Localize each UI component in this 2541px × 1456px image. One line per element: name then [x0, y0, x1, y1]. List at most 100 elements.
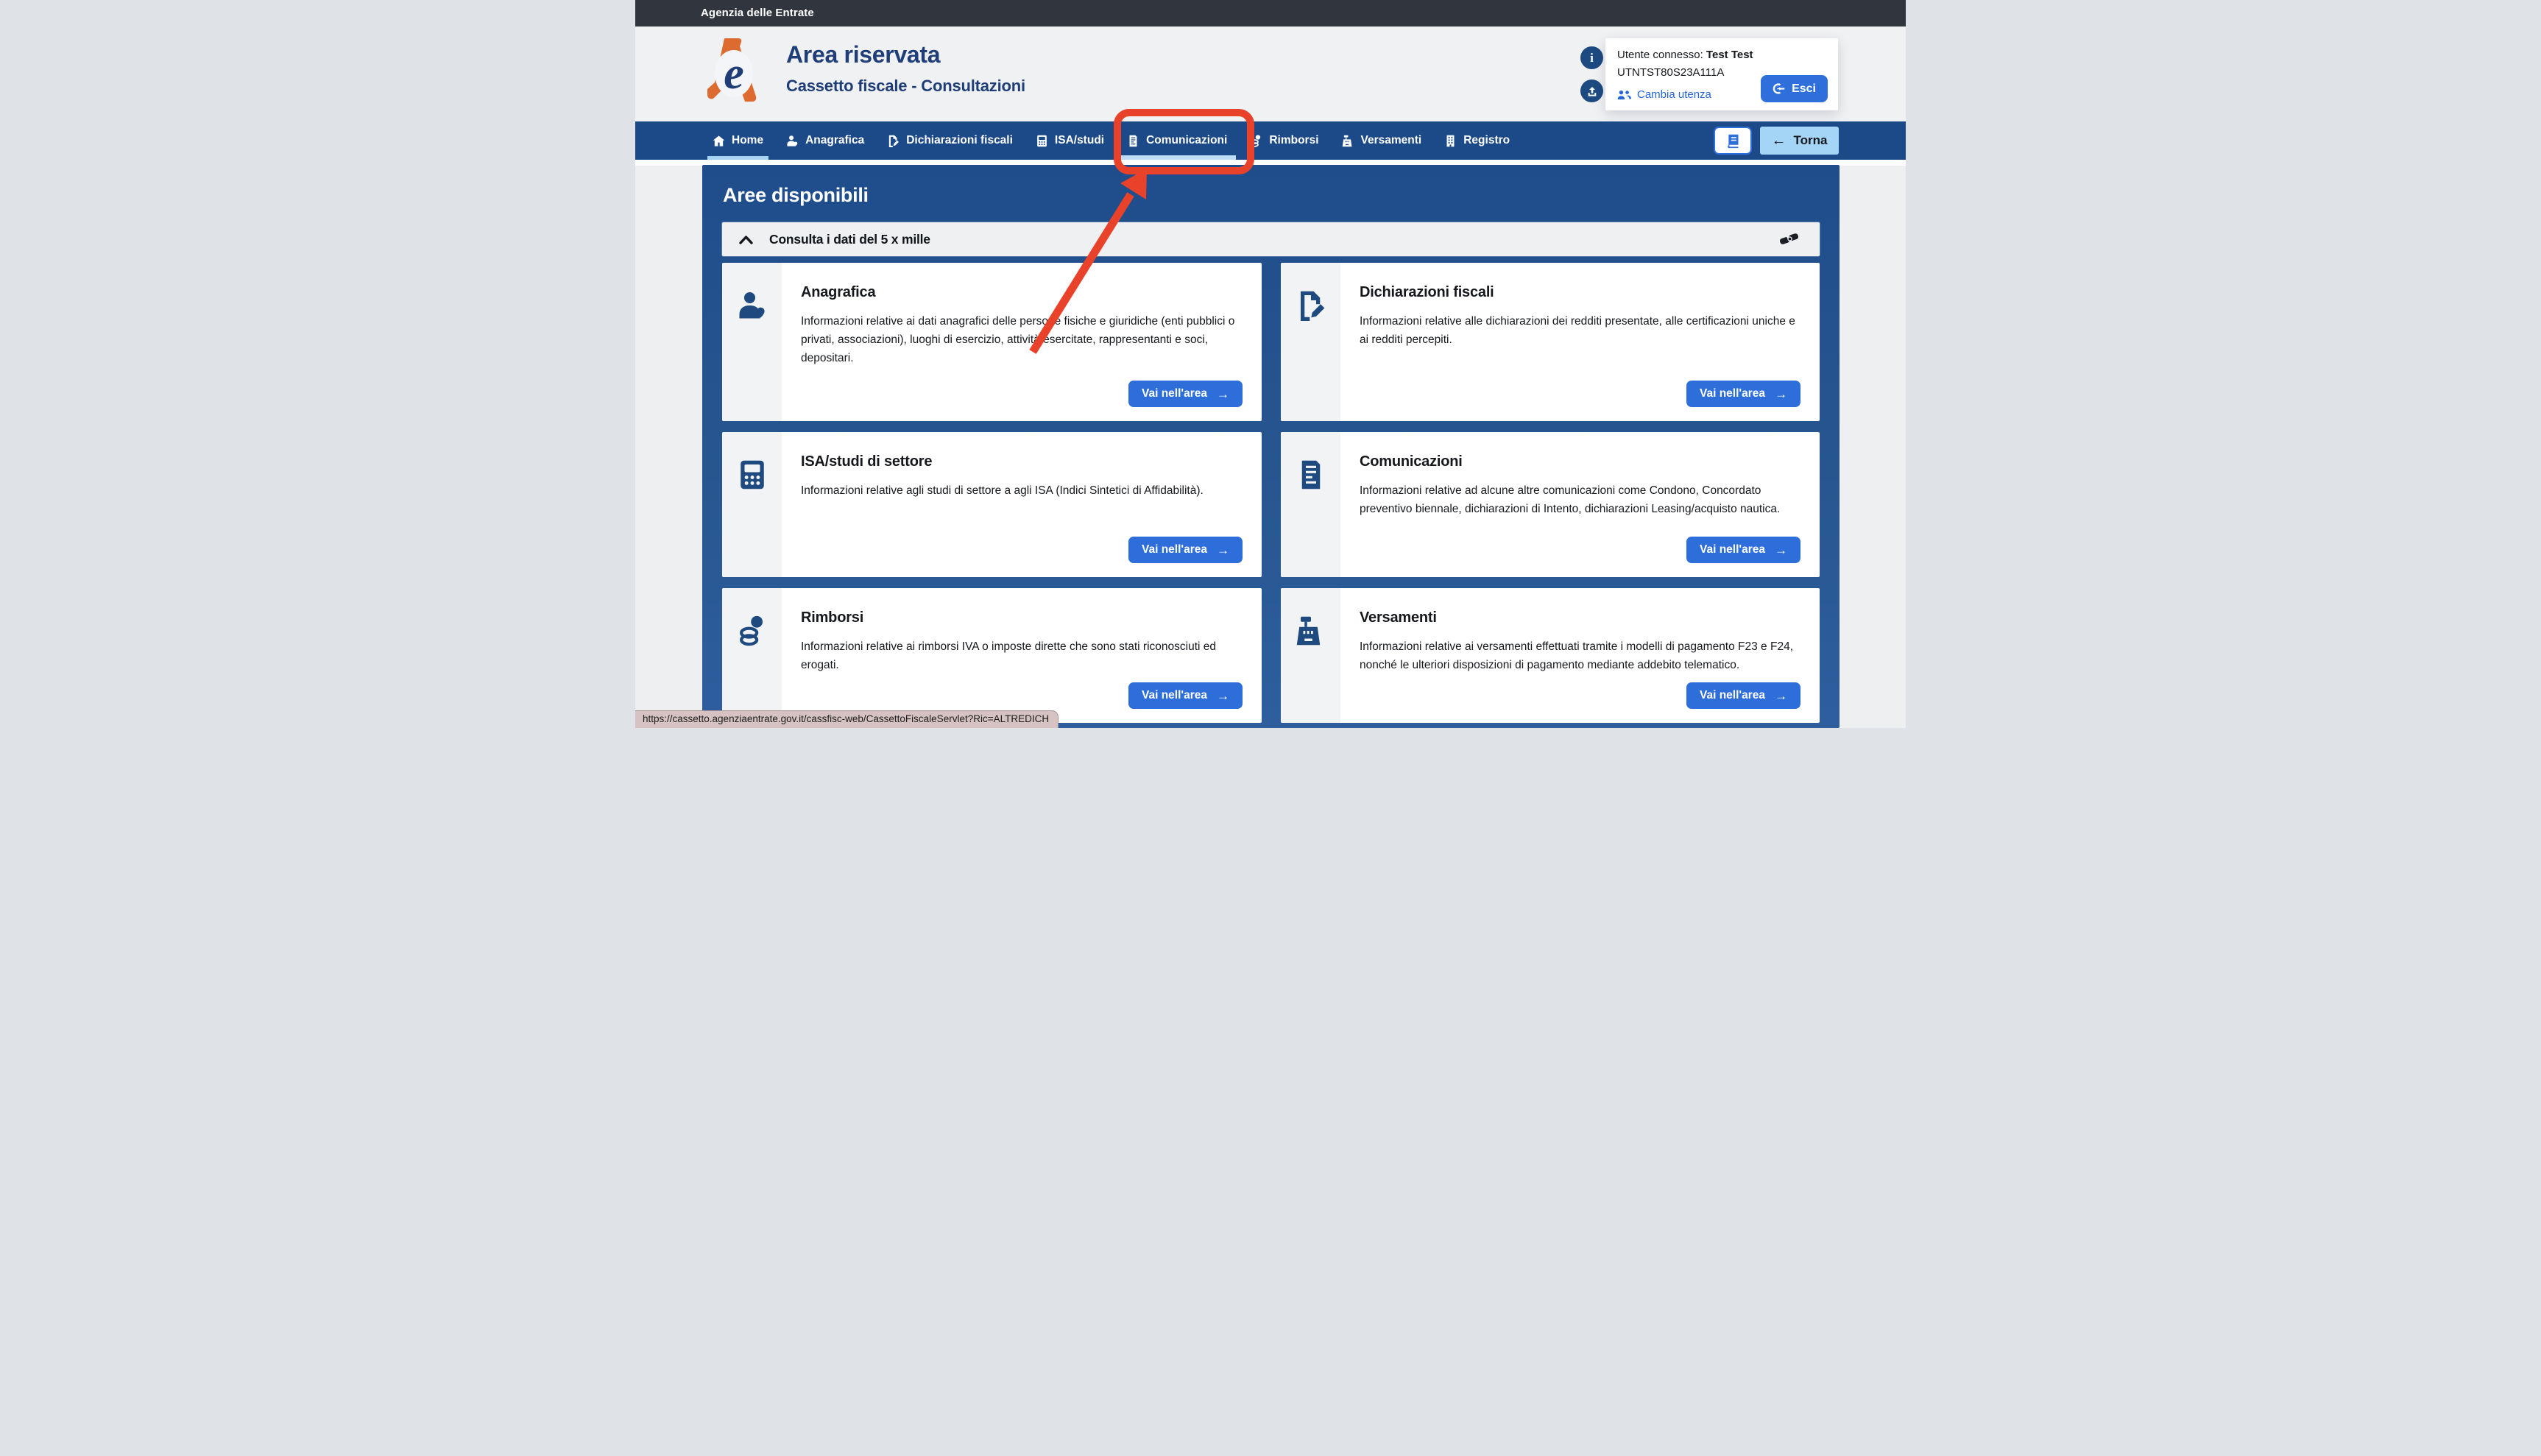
card-title: Rimborsi — [801, 609, 1243, 626]
page-title: Area riservata — [786, 41, 1025, 68]
card-title: Dichiarazioni fiscali — [1360, 284, 1800, 301]
card-dichiarazioni-fiscali: Dichiarazioni fiscali Informazioni relat… — [1281, 263, 1820, 421]
info-button[interactable]: i — [1580, 46, 1603, 69]
chevron-up-icon — [739, 235, 753, 244]
go-to-area-button-comunicazioni[interactable]: Vai nell'area → — [1686, 537, 1800, 563]
card-description: Informazioni relative ai dati anagrafici… — [801, 312, 1243, 367]
nav-item-versamenti[interactable]: Versamenti — [1342, 121, 1422, 160]
logout-icon — [1773, 82, 1785, 95]
user-line: Utente connesso: Test Test — [1617, 49, 1826, 61]
nav-label: Versamenti — [1361, 134, 1422, 147]
document-lines-icon — [1127, 135, 1139, 147]
accordion-label: Consulta i dati del 5 x mille — [769, 232, 930, 247]
go-to-area-button-dichiarazioni[interactable]: Vai nell'area → — [1686, 381, 1800, 407]
card-description: Informazioni relative agli studi di sett… — [801, 481, 1243, 500]
go-to-area-button-anagrafica[interactable]: Vai nell'area → — [1128, 381, 1243, 407]
card-isa-studi: ISA/studi di settore Informazioni relati… — [722, 432, 1262, 577]
card-icon-strip — [1281, 588, 1340, 723]
page-subtitle: Cassetto fiscale - Consultazioni — [786, 77, 1025, 96]
link-preview-tooltip: https://cassetto.agenziaentrate.gov.it/c… — [635, 710, 1059, 728]
available-areas-panel: Aree disponibili Consulta i dati del 5 x… — [702, 165, 1840, 728]
building-icon — [1444, 135, 1457, 147]
agency-name: Agenzia delle Entrate — [701, 7, 814, 19]
panel-heading: Aree disponibili — [723, 184, 869, 207]
card-versamenti: Versamenti Informazioni relative ai vers… — [1281, 588, 1820, 723]
nav-label: Home — [732, 134, 763, 147]
nav-item-anagrafica[interactable]: Anagrafica — [786, 121, 864, 160]
card-title: Anagrafica — [801, 284, 1243, 301]
arrow-right-icon: → — [1217, 388, 1229, 400]
nav-item-rimborsi[interactable]: Rimborsi — [1250, 121, 1318, 160]
home-icon — [713, 135, 725, 147]
header: e Area riservata Cassetto fiscale - Cons… — [635, 26, 1906, 121]
coins-icon — [737, 615, 768, 646]
nav-label: ISA/studi — [1055, 134, 1104, 147]
change-user-label: Cambia utenza — [1637, 88, 1711, 101]
coins-icon — [1250, 135, 1262, 147]
top-bar: Agenzia delle Entrate — [635, 0, 1906, 26]
page-titles: Area riservata Cassetto fiscale - Consul… — [786, 41, 1025, 96]
go-to-area-button-versamenti[interactable]: Vai nell'area → — [1686, 682, 1800, 709]
guide-book-button[interactable] — [1714, 127, 1752, 155]
card-description: Informazioni relative alle dichiarazioni… — [1360, 312, 1800, 349]
nav-item-home[interactable]: Home — [713, 121, 763, 160]
nav-label: Dichiarazioni fiscali — [906, 134, 1013, 147]
arrow-right-icon: → — [1217, 690, 1229, 702]
nav-items: Home Anagrafica Dichiarazioni fiscali IS… — [713, 121, 1510, 160]
arrow-left-icon: ← — [1772, 133, 1787, 148]
document-pencil-icon — [1296, 290, 1326, 321]
change-user-link[interactable]: Cambia utenza — [1617, 88, 1711, 101]
arrow-right-icon: → — [1217, 544, 1229, 556]
cassetto-fiscale-page: Agenzia delle Entrate e Area riservata C… — [635, 0, 1906, 728]
back-button[interactable]: ← Torna — [1760, 127, 1839, 155]
go-to-area-button-rimborsi[interactable]: Vai nell'area → — [1128, 682, 1243, 709]
upload-icon — [1586, 85, 1598, 97]
nav-label: Registro — [1463, 134, 1510, 147]
arrow-right-icon: → — [1775, 544, 1787, 556]
person-icon — [786, 135, 799, 147]
nav-item-isa-studi[interactable]: ISA/studi — [1036, 121, 1104, 160]
back-label: Torna — [1794, 133, 1828, 148]
upload-button[interactable] — [1580, 79, 1603, 102]
info-icon: i — [1590, 51, 1594, 66]
users-icon — [1617, 90, 1631, 100]
nav-item-dichiarazioni-fiscali[interactable]: Dichiarazioni fiscali — [887, 121, 1013, 160]
nav-item-comunicazioni[interactable]: Comunicazioni — [1127, 121, 1227, 160]
cash-register-icon — [1296, 615, 1326, 646]
card-title: ISA/studi di settore — [801, 453, 1243, 470]
status-url: https://cassetto.agenziaentrate.gov.it/c… — [643, 713, 1049, 724]
card-title: Comunicazioni — [1360, 453, 1800, 470]
user-label: Utente connesso: — [1617, 49, 1706, 61]
nav-label: Comunicazioni — [1146, 134, 1227, 147]
arrow-right-icon: → — [1775, 388, 1787, 400]
calculator-icon — [737, 459, 768, 490]
document-lines-icon — [1296, 459, 1326, 490]
card-icon-strip — [722, 263, 782, 421]
card-icon-strip — [722, 588, 782, 723]
card-anagrafica: Anagrafica Informazioni relative ai dati… — [722, 263, 1262, 421]
calculator-icon — [1036, 135, 1048, 147]
nav-item-registro[interactable]: Registro — [1444, 121, 1510, 160]
card-comunicazioni: Comunicazioni Informazioni relative ad a… — [1281, 432, 1820, 577]
cash-register-icon — [1342, 135, 1354, 147]
card-rimborsi: Rimborsi Informazioni relative ai rimbor… — [722, 588, 1262, 723]
card-icon-strip — [1281, 432, 1340, 577]
nav-label: Anagrafica — [805, 134, 864, 147]
connected-user-card: Utente connesso: Test Test UTNTST80S23A1… — [1605, 38, 1838, 110]
nav-label: Rimborsi — [1269, 134, 1318, 147]
cinque-per-mille-accordion[interactable]: Consulta i dati del 5 x mille — [722, 222, 1820, 256]
area-cards-grid: Anagrafica Informazioni relative ai dati… — [722, 263, 1820, 723]
agenzia-entrate-logo: e — [704, 35, 769, 103]
logo-e-letter: e — [724, 49, 744, 99]
arrow-right-icon: → — [1775, 690, 1787, 702]
document-pencil-icon — [887, 135, 900, 147]
card-description: Informazioni relative ad alcune altre co… — [1360, 481, 1800, 518]
card-title: Versamenti — [1360, 609, 1800, 626]
person-pin-icon — [737, 290, 768, 321]
logout-button[interactable]: Esci — [1761, 75, 1828, 102]
card-icon-strip — [722, 432, 782, 577]
card-description: Informazioni relative ai rimborsi IVA o … — [801, 637, 1243, 674]
go-to-area-button-isa[interactable]: Vai nell'area → — [1128, 537, 1243, 563]
book-icon — [1725, 133, 1741, 149]
card-icon-strip — [1281, 263, 1340, 421]
